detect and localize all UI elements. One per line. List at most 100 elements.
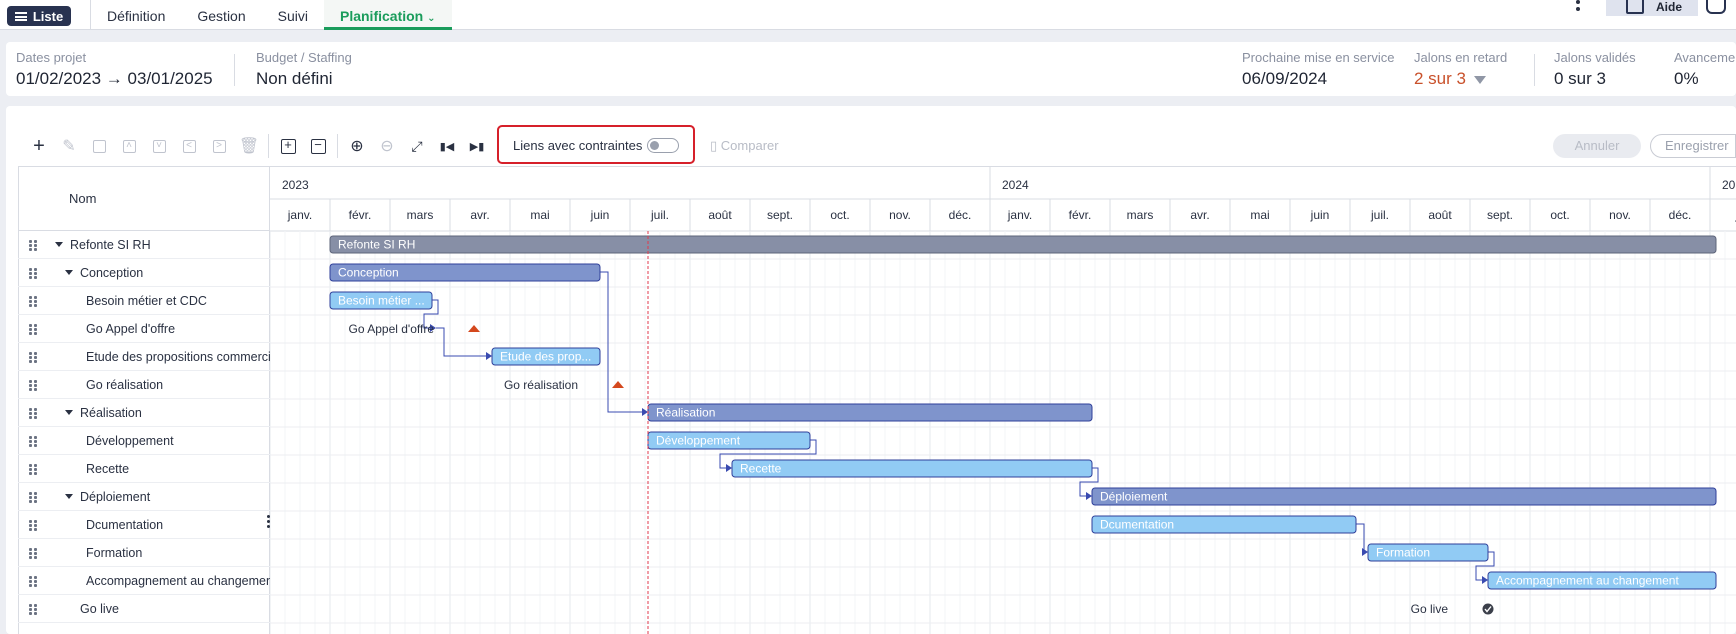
zoom-in-icon[interactable]: ⊕ <box>342 134 372 158</box>
month-label: nov. <box>889 208 911 222</box>
task-row[interactable]: Déploiement <box>18 483 270 511</box>
month-label: août <box>708 208 732 222</box>
toolbar-divider <box>268 134 269 158</box>
tab-planification-label: Planification <box>339 8 424 24</box>
task-row[interactable]: Refonte SI RH <box>18 231 270 259</box>
year-label: 2023 <box>282 178 309 192</box>
tab-planification[interactable]: Planification ⌄ <box>323 0 452 30</box>
links-toggle-switch[interactable] <box>647 138 679 153</box>
help-label: Aide <box>1656 0 1683 14</box>
copy-icon[interactable] <box>84 134 114 158</box>
summary-progress-label: Avancement <box>1674 50 1736 65</box>
save-button[interactable]: Enregistrer <box>1650 134 1736 158</box>
dependency-link <box>600 271 644 413</box>
expand-caret-icon[interactable] <box>65 270 73 275</box>
gantt-bar-label: Recette <box>740 462 782 476</box>
drag-handle-icon[interactable] <box>29 240 38 251</box>
expand-caret-icon[interactable] <box>65 494 73 499</box>
zoom-out-icon[interactable]: ⊖ <box>372 134 402 158</box>
summary-dates-label: Dates projet <box>16 50 87 65</box>
drag-handle-icon[interactable] <box>29 492 38 503</box>
task-row[interactable]: Etude des propositions commerciales <box>18 343 270 371</box>
tab-suivi[interactable]: Suivi <box>262 0 324 30</box>
go-last-icon[interactable]: ▶▮ <box>462 134 492 158</box>
drag-handle-icon[interactable] <box>29 520 38 531</box>
move-up-icon[interactable]: ˄ <box>114 134 144 158</box>
task-row[interactable]: Go Appel d'offre <box>18 315 270 343</box>
task-row[interactable]: Go réalisation <box>18 371 270 399</box>
expand-caret-icon[interactable] <box>55 242 63 247</box>
task-name: Go Appel d'offre <box>86 322 176 336</box>
move-down-icon[interactable]: ˅ <box>144 134 174 158</box>
task-row[interactable]: Conception <box>18 259 270 287</box>
list-button[interactable]: Liste <box>7 6 71 26</box>
expand-all-icon[interactable]: + <box>273 134 303 158</box>
summary-late[interactable]: Jalons en retard 2 sur 3 <box>1414 50 1507 89</box>
chevron-down-icon: ⌄ <box>427 13 436 24</box>
summary-next-release-value: 06/09/2024 <box>1242 69 1328 88</box>
cancel-button[interactable]: Annuler <box>1553 134 1641 158</box>
drag-handle-icon[interactable] <box>29 352 38 363</box>
more-options-icon[interactable] <box>1576 0 1582 16</box>
fit-screen-icon[interactable]: ⤢ <box>402 134 432 158</box>
summary-budget-label: Budget / Staffing <box>256 50 352 65</box>
summary-late-label: Jalons en retard <box>1414 50 1508 65</box>
month-label: mai <box>530 208 549 222</box>
top-bar: Liste Définition Gestion Suivi Planifica… <box>0 0 1736 30</box>
task-name: Formation <box>86 546 143 560</box>
task-row[interactable]: Recette <box>18 455 270 483</box>
filter-icon[interactable] <box>1473 75 1486 84</box>
task-name: Réalisation <box>80 406 142 420</box>
month-label: janv. <box>1007 208 1032 222</box>
month-label: déc. <box>1669 208 1692 222</box>
name-column-header[interactable]: Nom <box>18 167 270 231</box>
drag-handle-icon[interactable] <box>29 604 38 615</box>
month-label: juil. <box>1370 208 1389 222</box>
task-name: Recette <box>86 462 130 476</box>
help-button[interactable]: Aide <box>1606 0 1698 16</box>
task-row[interactable]: Formation <box>18 539 270 567</box>
task-row[interactable]: Besoin métier et CDC <box>18 287 270 315</box>
tab-gestion[interactable]: Gestion <box>181 0 261 30</box>
summary-validated-label: Jalons validés <box>1554 50 1636 65</box>
drag-handle-icon[interactable] <box>29 324 38 335</box>
drag-handle-icon[interactable] <box>29 548 38 559</box>
task-row[interactable]: Go live <box>18 595 270 623</box>
edit-icon[interactable]: ✎ <box>54 134 84 158</box>
task-row[interactable]: Développement <box>18 427 270 455</box>
task-row[interactable]: Accompagnement au changement <box>18 567 270 595</box>
outdent-icon[interactable]: < <box>174 134 204 158</box>
gantt-bar-label: Refonte SI RH <box>338 238 415 252</box>
drag-handle-icon[interactable] <box>29 436 38 447</box>
month-label: nov. <box>1609 208 1631 222</box>
support-icon[interactable] <box>1706 0 1726 14</box>
drag-handle-icon[interactable] <box>29 576 38 587</box>
summary-progress-value: 0% <box>1674 69 1699 88</box>
month-label: mars <box>1127 208 1154 222</box>
summary-progress: Avancement 0% <box>1674 50 1736 89</box>
summary-validated: Jalons validés 0 sur 3 <box>1554 50 1636 89</box>
delete-icon[interactable]: 🗑 <box>234 134 264 158</box>
month-label: févr. <box>1069 208 1092 222</box>
drag-handle-icon[interactable] <box>29 268 38 279</box>
month-label: janv. <box>287 208 312 222</box>
add-icon[interactable]: + <box>24 134 54 158</box>
task-name: Go live <box>80 602 119 616</box>
gantt-bar-label: Déploiement <box>1100 490 1168 504</box>
drag-handle-icon[interactable] <box>29 296 38 307</box>
task-row[interactable]: Réalisation <box>18 399 270 427</box>
collapse-all-icon[interactable]: − <box>303 134 333 158</box>
compare-button[interactable]: ▯ Comparer <box>710 138 779 154</box>
milestone-label: Go réalisation <box>504 378 578 392</box>
drag-handle-icon[interactable] <box>29 380 38 391</box>
indent-icon[interactable]: > <box>204 134 234 158</box>
gantt-timeline: 2023 2024 20 janv. févr. mars avr. mai juin juil.… <box>270 167 1736 634</box>
tab-definition[interactable]: Définition <box>91 0 181 30</box>
drag-handle-icon[interactable] <box>29 408 38 419</box>
task-name: Etude des propositions commerciales <box>86 350 270 364</box>
drag-handle-icon[interactable] <box>29 464 38 475</box>
go-first-icon[interactable]: ▮◀ <box>432 134 462 158</box>
expand-caret-icon[interactable] <box>65 410 73 415</box>
late-milestone-icon <box>612 381 624 388</box>
task-row[interactable]: Dcumentation <box>18 511 270 539</box>
